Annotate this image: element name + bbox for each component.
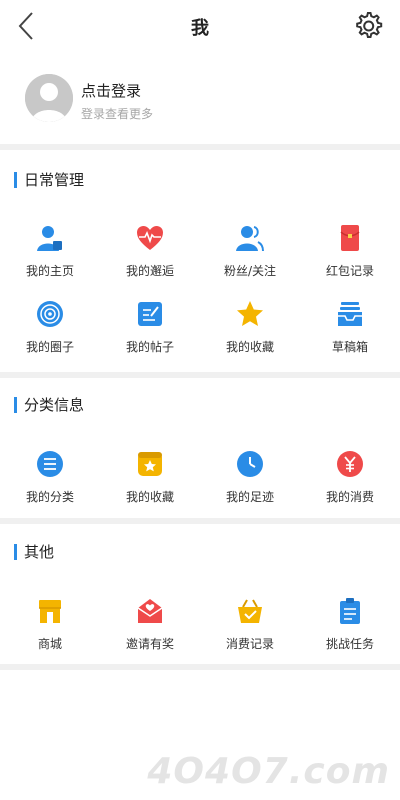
divider xyxy=(0,664,400,670)
page-title: 我 xyxy=(191,18,209,39)
item-label: 消费记录 xyxy=(225,637,274,651)
drafts-item[interactable]: 草稿箱 xyxy=(300,300,400,362)
item-label: 我的收藏 xyxy=(225,340,274,354)
challenge-task-item[interactable]: 挑战任务 xyxy=(300,597,400,659)
star-icon xyxy=(237,301,263,326)
clipboard-icon xyxy=(340,598,360,624)
circle-target-icon xyxy=(37,301,63,327)
gear-icon xyxy=(356,12,383,38)
my-homepage-item[interactable]: 我的主页 xyxy=(0,224,100,286)
item-label: 商城 xyxy=(37,637,62,651)
invite-reward-item[interactable]: 邀请有奖 xyxy=(100,597,200,659)
heart-pulse-icon xyxy=(137,226,163,250)
item-label: 我的邂逅 xyxy=(125,264,174,278)
item-label: 我的收藏 xyxy=(125,490,174,504)
top-bar: 我 xyxy=(0,0,400,52)
profile-login-area[interactable]: 点击登录 登录查看更多 xyxy=(0,52,400,144)
my-posts-item[interactable]: 我的帖子 xyxy=(100,300,200,362)
item-label: 粉丝/关注 xyxy=(223,264,277,278)
my-consumption-item[interactable]: 我的消费 xyxy=(300,450,400,512)
item-label: 我的帖子 xyxy=(125,340,174,354)
favorite-box-icon xyxy=(138,452,162,476)
inbox-tray-icon xyxy=(338,302,362,326)
item-label: 我的分类 xyxy=(25,490,74,504)
default-avatar-icon xyxy=(25,74,73,122)
mail-heart-icon xyxy=(137,599,163,623)
yen-icon xyxy=(337,451,363,477)
site-watermark: 4O4O7.com xyxy=(147,751,390,792)
basket-check-icon xyxy=(238,599,262,623)
item-label: 草稿箱 xyxy=(331,340,368,354)
fans-follow-item[interactable]: 粉丝/关注 xyxy=(200,224,300,286)
post-edit-icon xyxy=(138,302,162,326)
item-label: 我的足迹 xyxy=(225,490,274,504)
my-collection-item[interactable]: 我的收藏 xyxy=(100,450,200,512)
section-title-daily: 日常管理 xyxy=(14,172,84,188)
my-encounter-item[interactable]: 我的邂逅 xyxy=(100,224,200,286)
my-category-item[interactable]: 我的分类 xyxy=(0,450,100,512)
fans-icon xyxy=(236,226,264,252)
section-title-category: 分类信息 xyxy=(14,397,84,413)
divider xyxy=(0,144,400,150)
divider xyxy=(0,372,400,378)
my-favorites-item[interactable]: 我的收藏 xyxy=(200,300,300,362)
login-hint: 登录查看更多 xyxy=(81,107,154,121)
user-card-icon xyxy=(37,226,62,251)
red-envelope-record-item[interactable]: 红包记录 xyxy=(300,224,400,286)
divider xyxy=(0,518,400,524)
clock-icon xyxy=(237,451,263,477)
shop-item[interactable]: 商城 xyxy=(0,597,100,659)
avatar[interactable] xyxy=(25,74,73,122)
category-list-icon xyxy=(37,451,63,477)
item-label: 挑战任务 xyxy=(325,637,374,651)
red-envelope-icon xyxy=(340,225,360,251)
item-label: 红包记录 xyxy=(325,264,374,278)
login-link[interactable]: 点击登录 xyxy=(81,80,141,101)
item-label: 我的消费 xyxy=(325,490,374,504)
consumption-record-item[interactable]: 消费记录 xyxy=(200,597,300,659)
shop-icon xyxy=(39,600,61,623)
item-label: 我的主页 xyxy=(25,264,74,278)
my-footprint-item[interactable]: 我的足迹 xyxy=(200,450,300,512)
settings-button[interactable] xyxy=(352,10,384,42)
my-circle-item[interactable]: 我的圈子 xyxy=(0,300,100,362)
item-label: 我的圈子 xyxy=(25,340,74,354)
item-label: 邀请有奖 xyxy=(125,637,174,651)
section-title-other: 其他 xyxy=(14,544,54,560)
